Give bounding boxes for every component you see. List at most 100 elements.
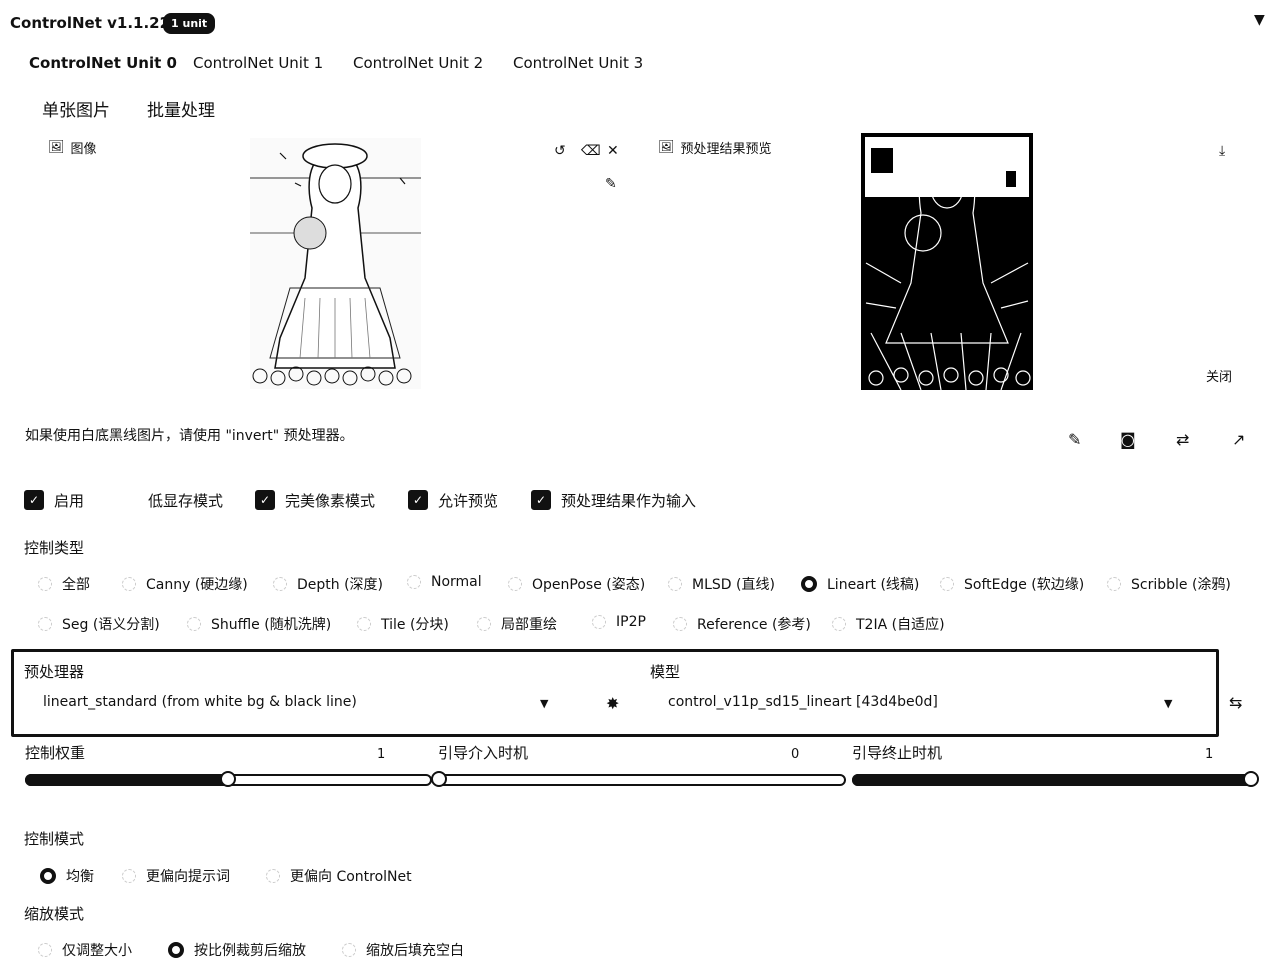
guidance-start-slider[interactable]	[438, 774, 846, 786]
tab-unit-1[interactable]: ControlNet Unit 1	[193, 54, 323, 72]
refresh-models-icon[interactable]: ⇆	[1229, 693, 1242, 712]
resize-mode-fill[interactable]: 缩放后填充空白	[342, 940, 464, 960]
control-mode-controlnet[interactable]: 更偏向 ControlNet	[266, 866, 412, 886]
pixel-perfect-label: 完美像素模式	[285, 491, 376, 510]
guidance-end-value[interactable]: 1	[1205, 747, 1213, 762]
guidance-start-label: 引导介入时机	[438, 744, 529, 762]
radio-icon	[273, 577, 287, 591]
radio-icon	[673, 617, 687, 631]
radio-label: Canny (硬边缘)	[146, 577, 248, 593]
low-vram-label: 低显存模式	[148, 491, 224, 510]
resize-mode-crop[interactable]: 按比例裁剪后缩放	[168, 940, 306, 960]
slider-thumb[interactable]	[219, 771, 236, 787]
subtab-batch[interactable]: 批量处理	[147, 96, 215, 121]
preprocessor-preview-image	[861, 133, 1033, 390]
undo-icon[interactable]: ↺	[554, 143, 566, 159]
send-dimensions-icon[interactable]: ↗	[1232, 430, 1245, 449]
radio-selected-icon	[801, 576, 817, 592]
control-type-ip2p[interactable]: IP2P	[592, 614, 646, 630]
tab-unit-2[interactable]: ControlNet Unit 2	[353, 54, 483, 72]
control-mode-prompt[interactable]: 更偏向提示词	[122, 866, 230, 886]
radio-icon	[1107, 577, 1121, 591]
radio-label: Lineart (线稿)	[827, 577, 920, 593]
radio-icon	[266, 869, 280, 883]
control-weight-value[interactable]: 1	[377, 747, 385, 762]
low-vram-checkbox[interactable]: 低显存模式	[118, 490, 223, 510]
radio-label: Tile (分块)	[381, 617, 449, 633]
control-type-reference[interactable]: Reference (参考)	[673, 614, 811, 634]
enable-checkbox[interactable]: ✓ 启用	[24, 490, 84, 510]
preprocessor-label: 预处理器	[24, 663, 85, 681]
control-type-canny[interactable]: Canny (硬边缘)	[122, 574, 248, 594]
checkbox-checked-icon: ✓	[531, 490, 551, 510]
camera-icon[interactable]: ◙	[1120, 430, 1136, 449]
subtab-single-image[interactable]: 单张图片	[42, 96, 110, 121]
image-panel-label: 🖼 图像	[48, 138, 97, 157]
radio-icon	[407, 575, 421, 589]
control-type-scribble[interactable]: Scribble (涂鸦)	[1107, 574, 1231, 594]
model-dropdown[interactable]: control_v11p_sd15_lineart [43d4be0d]	[668, 694, 938, 710]
radio-selected-icon	[40, 868, 56, 884]
chevron-down-icon[interactable]: ▼	[1164, 697, 1172, 710]
radio-icon	[668, 577, 682, 591]
control-type-label: 控制类型	[24, 539, 85, 557]
collapse-icon[interactable]: ▼	[1254, 12, 1265, 28]
resize-mode-just-resize[interactable]: 仅调整大小	[38, 940, 132, 960]
control-type-lineart[interactable]: Lineart (线稿)	[801, 574, 919, 594]
control-type-inpaint[interactable]: 局部重绘	[477, 614, 557, 634]
radio-label: 全部	[62, 577, 90, 593]
tab-unit-0[interactable]: ControlNet Unit 0	[29, 54, 177, 72]
radio-label: IP2P	[616, 614, 646, 630]
image-icon: 🖼	[658, 140, 675, 155]
radio-label: 均衡	[66, 869, 94, 885]
control-mode-balanced[interactable]: 均衡	[40, 866, 94, 886]
radio-label: Seg (语义分割)	[62, 617, 160, 633]
close-icon[interactable]: ✕	[607, 143, 619, 159]
preview-panel-title: 预处理结果预览	[680, 142, 772, 157]
swap-icon[interactable]: ⇄	[1176, 430, 1189, 449]
checkbox-checked-icon: ✓	[24, 490, 44, 510]
allow-preview-label: 允许预览	[438, 491, 499, 510]
radio-label: 仅调整大小	[62, 943, 132, 959]
preprocessor-as-input-checkbox[interactable]: ✓ 预处理结果作为输入	[531, 490, 696, 510]
tab-unit-3[interactable]: ControlNet Unit 3	[513, 54, 643, 72]
allow-preview-checkbox[interactable]: ✓ 允许预览	[408, 490, 498, 510]
brush-icon[interactable]: ✎	[605, 176, 617, 192]
preprocessor-dropdown[interactable]: lineart_standard (from white bg & black …	[43, 694, 357, 710]
eraser-icon[interactable]: ⌫	[581, 143, 601, 159]
enable-label: 启用	[54, 491, 85, 510]
radio-selected-icon	[168, 942, 184, 958]
control-type-mlsd[interactable]: MLSD (直线)	[668, 574, 775, 594]
radio-label: 更偏向 ControlNet	[290, 869, 412, 885]
slider-thumb[interactable]	[1243, 771, 1259, 787]
radio-icon	[38, 617, 52, 631]
radio-icon	[940, 577, 954, 591]
image-icon: 🖼	[48, 140, 65, 155]
image-panel-title: 图像	[70, 142, 97, 157]
run-preprocessor-icon[interactable]: ✸	[606, 694, 619, 713]
download-icon[interactable]: ⤓	[1219, 143, 1225, 159]
chevron-down-icon[interactable]: ▼	[540, 697, 548, 710]
control-type-all[interactable]: 全部	[38, 574, 90, 594]
control-type-openpose[interactable]: OpenPose (姿态)	[508, 574, 645, 594]
control-type-seg[interactable]: Seg (语义分割)	[38, 614, 160, 634]
control-type-normal[interactable]: Normal	[407, 574, 482, 590]
control-type-softedge[interactable]: SoftEdge (软边缘)	[940, 574, 1084, 594]
radio-label: SoftEdge (软边缘)	[964, 577, 1085, 593]
source-image[interactable]	[250, 138, 421, 389]
control-type-depth[interactable]: Depth (深度)	[273, 574, 383, 594]
control-mode-label: 控制模式	[24, 830, 85, 848]
model-label: 模型	[650, 663, 681, 681]
preprocessor-model-group	[11, 649, 1219, 737]
slider-thumb[interactable]	[431, 771, 447, 787]
radio-icon	[342, 943, 356, 957]
close-preview-button[interactable]: 关闭	[1206, 366, 1232, 385]
guidance-start-value[interactable]: 0	[791, 747, 799, 762]
pixel-perfect-checkbox[interactable]: ✓ 完美像素模式	[255, 490, 375, 510]
control-type-shuffle[interactable]: Shuffle (随机洗牌)	[187, 614, 331, 634]
resize-mode-label: 缩放模式	[24, 905, 85, 923]
control-type-tile[interactable]: Tile (分块)	[357, 614, 449, 634]
edit-icon[interactable]: ✎	[1068, 430, 1081, 449]
control-type-t2ia[interactable]: T2IA (自适应)	[832, 614, 945, 634]
guidance-end-slider[interactable]	[852, 774, 1254, 786]
